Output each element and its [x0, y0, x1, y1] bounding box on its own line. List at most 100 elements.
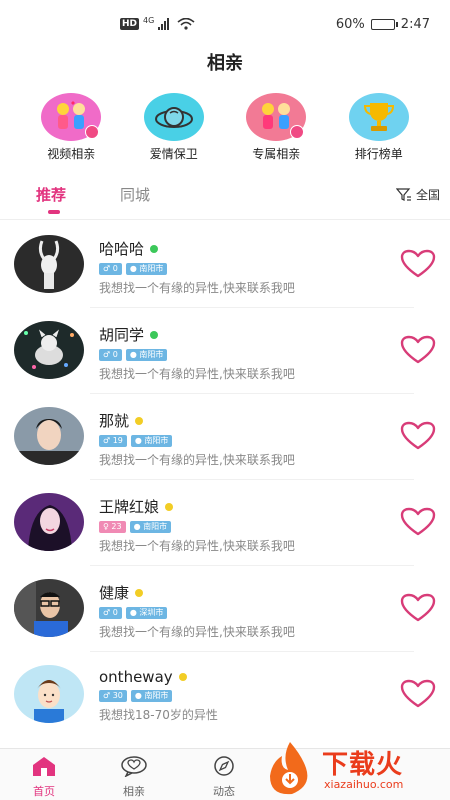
tab-bar: 推荐 同城 全国 — [0, 180, 450, 220]
battery-percent: 60% — [335, 17, 365, 32]
filter-label: 全国 — [415, 188, 440, 202]
watermark-text: 下载火 — [322, 750, 404, 780]
location-pin-icon: ● — [129, 264, 137, 273]
online-status-dot — [150, 244, 159, 253]
city-value: 南阳市 — [143, 522, 168, 531]
gender-icon: ♀ — [103, 522, 109, 531]
clock-time: 2:47 — [400, 17, 430, 32]
user-name: 健康 — [99, 584, 130, 602]
user-name: 哈哈哈 — [99, 240, 145, 258]
age-value: 0 — [112, 264, 118, 273]
location-badge: ● 南阳市 — [125, 349, 168, 361]
love-guard-icon — [143, 93, 204, 141]
avatar[interactable] — [14, 579, 84, 637]
watermark-url: xiazaihuo.com — [324, 778, 404, 791]
user-bio: 我想找一个有缘的异性,快来联系我吧 — [99, 367, 295, 381]
network-type: 4G — [143, 15, 155, 25]
filter-button[interactable]: 全国 — [395, 186, 440, 203]
tab-indicator — [48, 210, 60, 214]
location-badge: ● 南阳市 — [129, 521, 172, 533]
online-status-dot — [165, 502, 174, 511]
user-name: ontheway — [99, 668, 173, 686]
avatar[interactable] — [14, 665, 84, 723]
feature-video-date[interactable]: 视频相亲 — [31, 93, 111, 163]
city-value: 南阳市 — [139, 350, 164, 359]
location-pin-icon: ● — [129, 350, 137, 359]
gender-age-badge: ♂ 0 — [99, 607, 122, 619]
nav-moments[interactable]: 动态 — [204, 755, 244, 799]
gender-age-badge: ♂ 0 — [99, 263, 122, 275]
gender-age-badge: ♂ 30 — [99, 690, 127, 702]
user-bio: 我想找一个有缘的异性,快来联系我吧 — [99, 539, 295, 553]
list-item[interactable]: 哈哈哈 ♂ 0 ● 南阳市 我想找一个有缘的异性,快来联系我吧 — [0, 222, 450, 308]
feature-label: 专属相亲 — [252, 147, 301, 161]
location-pin-icon: ● — [134, 691, 142, 700]
user-name: 王牌红娘 — [99, 498, 160, 516]
home-icon — [33, 757, 55, 776]
list-item[interactable]: 胡同学 ♂ 0 ● 南阳市 我想找一个有缘的异性,快来联系我吧 — [0, 308, 450, 394]
heart-chat-icon — [121, 756, 147, 778]
signal-icon — [158, 18, 170, 30]
feature-row: 视频相亲 爱情保卫 专属相亲 排行榜单 — [0, 93, 450, 163]
location-pin-icon: ● — [129, 608, 137, 617]
gender-icon: ♂ — [103, 608, 111, 617]
age-value: 23 — [111, 522, 122, 531]
heart-like-icon[interactable] — [400, 421, 436, 451]
feature-ranking[interactable]: 排行榜单 — [339, 93, 419, 163]
heart-like-icon[interactable] — [400, 335, 436, 365]
tab-recommend[interactable]: 推荐 — [36, 184, 66, 205]
list-item[interactable]: 健康 ♂ 0 ● 深圳市 我想找一个有缘的异性,快来联系我吧 — [0, 566, 450, 652]
avatar[interactable] — [14, 235, 84, 293]
user-list: 哈哈哈 ♂ 0 ● 南阳市 我想找一个有缘的异性,快来联系我吧 胡同学 ♂ 0 … — [0, 222, 450, 738]
list-item[interactable]: ontheway ♂ 30 ● 南阳市 我想找18-70岁的异性 — [0, 652, 450, 738]
video-date-icon — [41, 93, 102, 141]
nav-home[interactable]: 首页 — [24, 755, 64, 799]
city-value: 南阳市 — [144, 436, 169, 445]
status-bar: HD 4G 60% 2:47 — [0, 0, 450, 50]
gender-age-badge: ♀ 23 — [99, 521, 126, 533]
heart-like-icon[interactable] — [400, 507, 436, 537]
battery-icon — [370, 19, 398, 30]
avatar[interactable] — [14, 493, 84, 551]
feature-label: 爱情保卫 — [149, 147, 198, 161]
heart-like-icon[interactable] — [400, 249, 436, 279]
gender-age-badge: ♂ 19 — [99, 435, 127, 447]
user-bio: 我想找18-70岁的异性 — [99, 708, 218, 722]
hd-indicator: HD — [120, 18, 140, 30]
user-bio: 我想找一个有缘的异性,快来联系我吧 — [99, 453, 295, 467]
list-item[interactable]: 那就 ♂ 19 ● 南阳市 我想找一个有缘的异性,快来联系我吧 — [0, 394, 450, 480]
user-name: 胡同学 — [99, 326, 145, 344]
user-bio: 我想找一个有缘的异性,快来联系我吧 — [99, 625, 295, 639]
nav-label: 动态 — [213, 785, 235, 798]
city-value: 深圳市 — [139, 608, 164, 617]
age-value: 30 — [112, 691, 123, 700]
city-value: 南阳市 — [144, 691, 169, 700]
feature-love-guard[interactable]: 爱情保卫 — [134, 93, 214, 163]
user-name: 那就 — [99, 412, 130, 430]
gender-age-badge: ♂ 0 — [99, 349, 122, 361]
tab-same-city[interactable]: 同城 — [120, 184, 150, 205]
nav-match[interactable]: 相亲 — [114, 755, 154, 799]
nav-label: 首页 — [33, 785, 55, 798]
online-status-dot — [135, 416, 144, 425]
location-pin-icon: ● — [134, 436, 142, 445]
compass-icon — [214, 756, 234, 776]
online-status-dot — [178, 673, 187, 681]
age-value: 0 — [112, 608, 118, 617]
heart-like-icon[interactable] — [400, 593, 436, 623]
user-bio: 我想找一个有缘的异性,快来联系我吧 — [99, 281, 295, 295]
page-title: 相亲 — [207, 53, 243, 74]
gender-icon: ♂ — [103, 436, 111, 445]
gender-icon: ♂ — [103, 264, 111, 273]
feature-exclusive-date[interactable]: 专属相亲 — [236, 93, 316, 163]
watermark: 下载火 xiazaihuo.com — [262, 738, 450, 800]
camera-badge-icon — [85, 125, 100, 139]
heart-like-icon[interactable] — [400, 679, 436, 709]
nav-label: 相亲 — [123, 785, 145, 798]
avatar[interactable] — [14, 321, 84, 379]
exclusive-date-icon — [246, 93, 307, 141]
avatar[interactable] — [14, 407, 84, 465]
list-item[interactable]: 王牌红娘 ♀ 23 ● 南阳市 我想找一个有缘的异性,快来联系我吧 — [0, 480, 450, 566]
age-value: 19 — [112, 436, 123, 445]
wifi-icon — [177, 18, 195, 30]
